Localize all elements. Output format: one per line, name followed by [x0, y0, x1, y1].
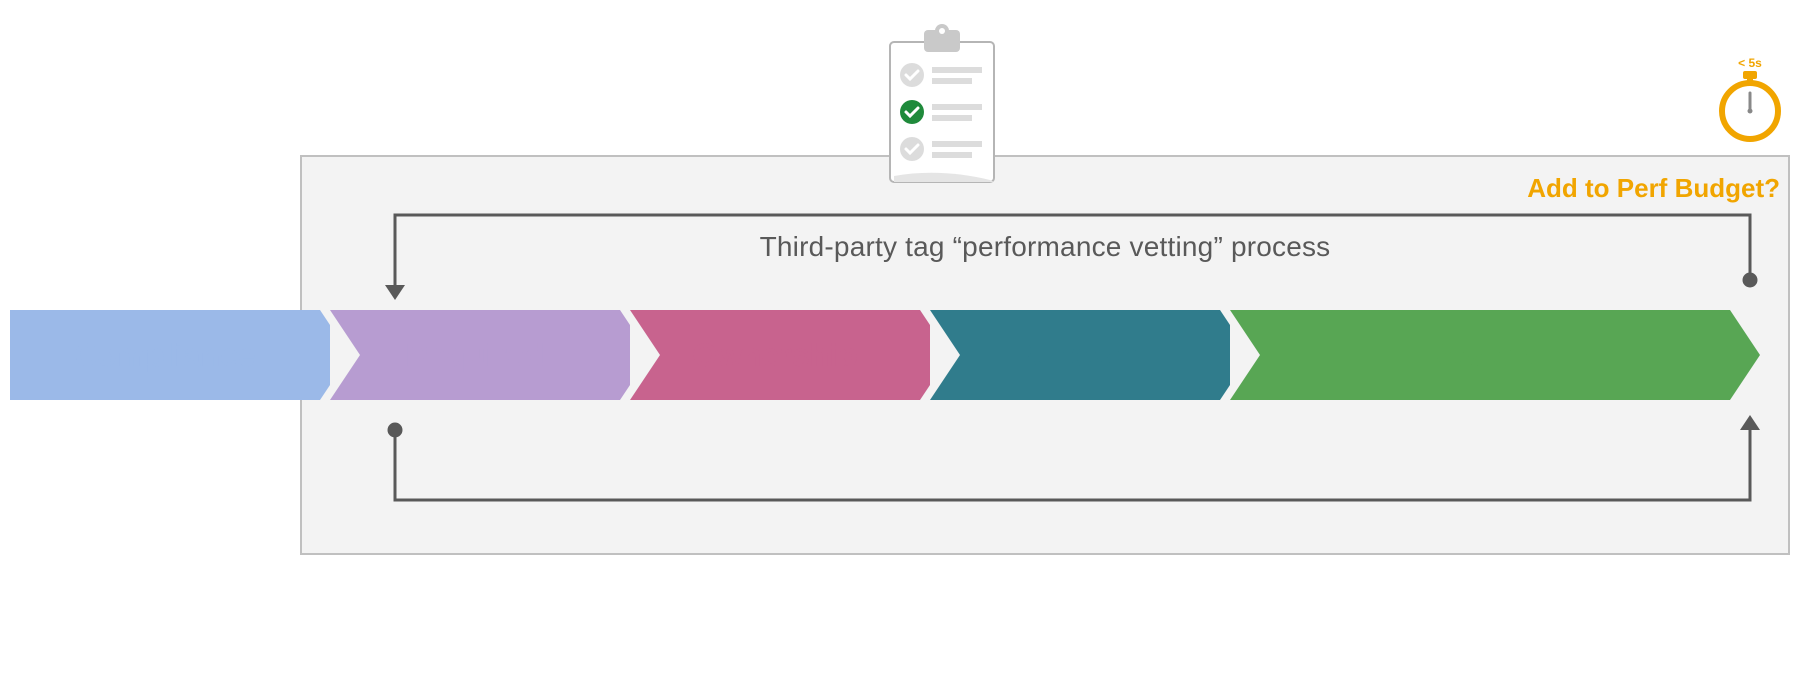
- step-label: Required: [406, 337, 545, 374]
- stopwatch-icon: < 5s: [1710, 55, 1790, 145]
- step-label: Ownership: [692, 337, 857, 374]
- step-label: Purpose: [1011, 337, 1139, 374]
- step-label: Review: [1425, 337, 1535, 374]
- checklist-icon: [870, 20, 1010, 200]
- step-label: Compliance: [74, 337, 255, 374]
- stopwatch-label: < 5s: [1738, 56, 1762, 70]
- diagram-stage: Add to Perf Budget? Third-party tag “per…: [0, 0, 1810, 690]
